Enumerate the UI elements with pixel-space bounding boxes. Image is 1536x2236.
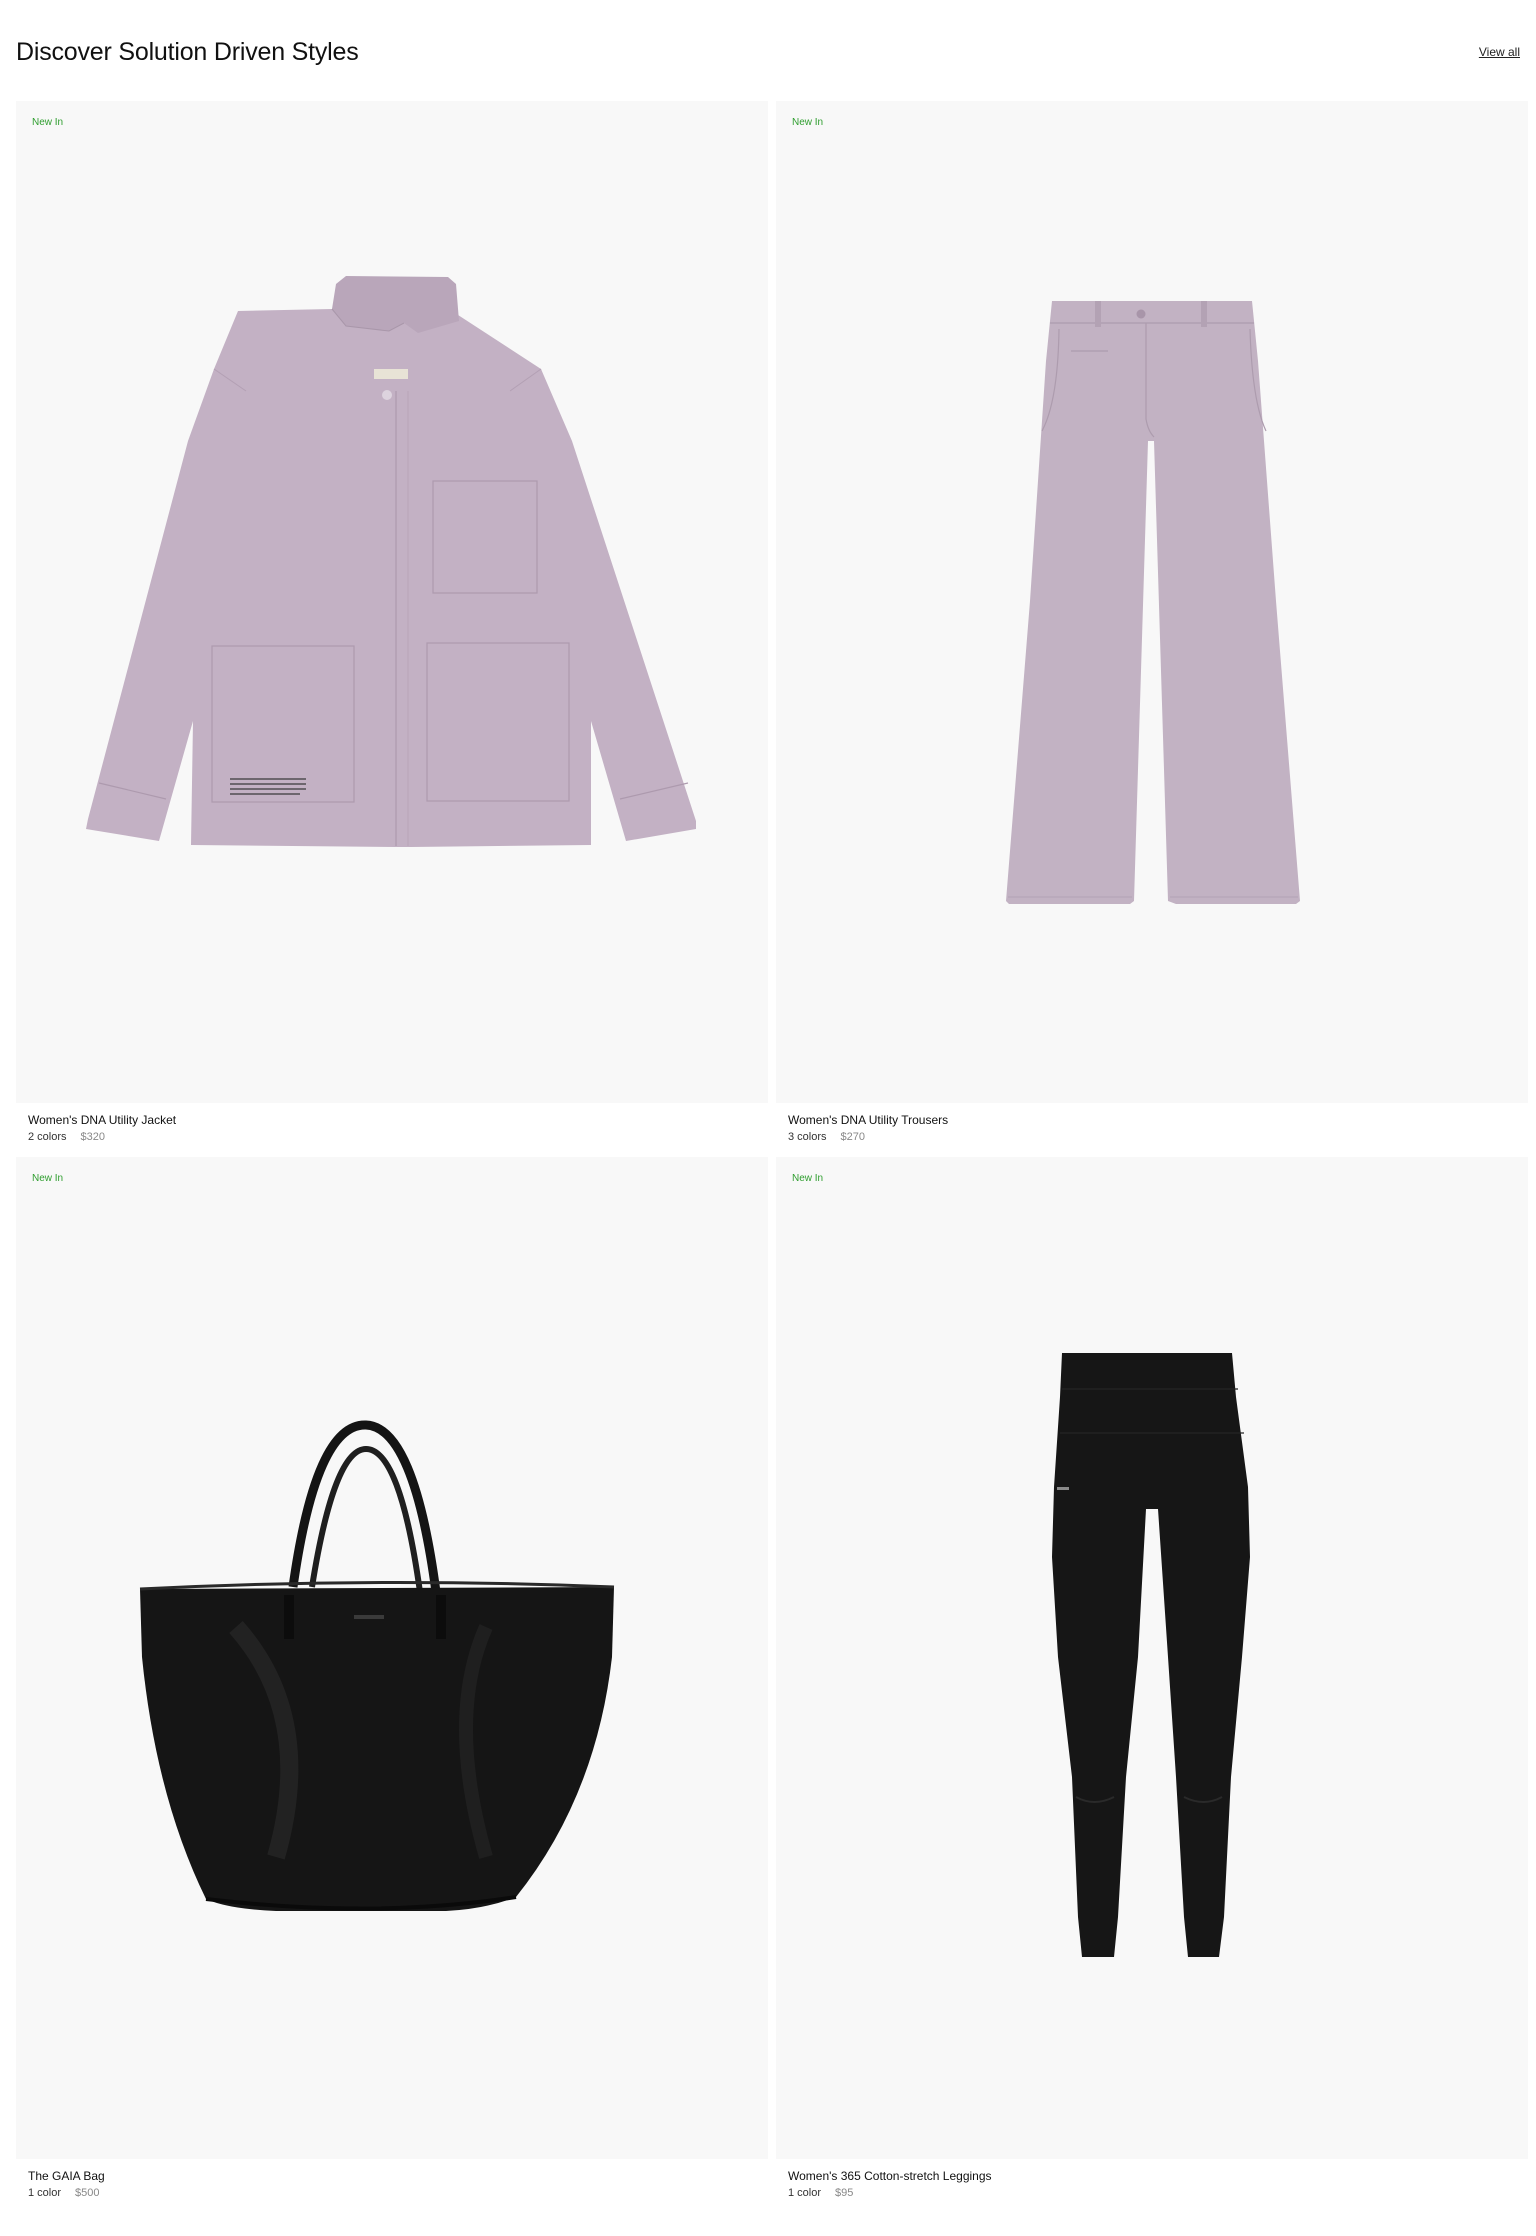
product-info: Women's 365 Cotton-stretch Leggings 1 co… [788, 2169, 1518, 2201]
trousers-image[interactable] [776, 101, 1528, 1103]
view-all-link[interactable]: View all [1479, 44, 1520, 60]
product-meta: 1 color $95 [788, 2186, 1518, 2201]
product-meta: 1 color $500 [28, 2186, 758, 2201]
product-info: The GAIA Bag 1 color $500 [28, 2169, 758, 2201]
product-meta: 2 colors $320 [28, 1130, 758, 1145]
leggings-image[interactable] [776, 1157, 1528, 2159]
section-header: Discover Solution Driven Styles View all [16, 36, 1520, 80]
color-count: 3 colors [788, 1131, 827, 1143]
product-price: $500 [75, 2187, 100, 2199]
product-name[interactable]: Women's 365 Cotton-stretch Leggings [788, 2169, 1518, 2184]
color-count: 2 colors [28, 1131, 67, 1143]
product-price: $95 [835, 2187, 854, 2199]
product-name[interactable]: Women's DNA Utility Jacket [28, 1113, 758, 1128]
product-image-area[interactable]: New In [16, 101, 768, 1103]
product-name[interactable]: The GAIA Bag [28, 2169, 758, 2184]
tote-bag-image[interactable] [16, 1157, 768, 2159]
product-info: Women's DNA Utility Trousers 3 colors $27… [788, 1113, 1518, 1145]
product-info: Women's DNA Utility Jacket 2 colors $320 [28, 1113, 758, 1145]
product-price: $270 [840, 1131, 866, 1143]
color-count: 1 color [28, 2187, 62, 2199]
product-price: $320 [80, 1131, 106, 1143]
product-image-area[interactable]: New In [776, 1157, 1528, 2159]
product-image-area[interactable]: New In [776, 101, 1528, 1103]
product-image-area[interactable]: New In [16, 1157, 768, 2159]
product-name[interactable]: Women's DNA Utility Trousers [788, 1113, 1518, 1128]
section-title: Discover Solution Driven Styles [16, 38, 359, 66]
product-meta: 3 colors $270 [788, 1130, 1518, 1145]
color-count: 1 color [788, 2187, 822, 2199]
jacket-image[interactable] [16, 101, 768, 1103]
